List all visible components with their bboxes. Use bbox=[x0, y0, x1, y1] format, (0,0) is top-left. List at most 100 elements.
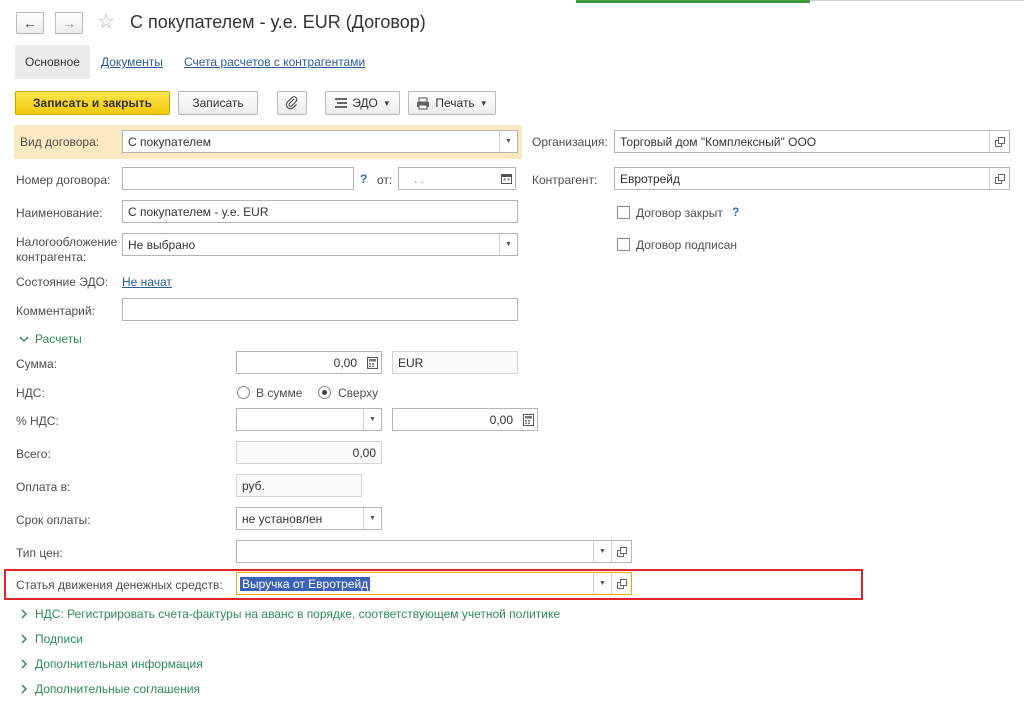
sum-input[interactable]: 0,00 bbox=[236, 351, 382, 374]
chevron-down-icon[interactable]: ▼ bbox=[499, 131, 517, 152]
save-and-close-button[interactable]: Записать и закрыть bbox=[15, 91, 170, 115]
cash-flow-item-value: Выручка от Евротрейд bbox=[240, 576, 371, 591]
taxation-select[interactable]: Не выбрано ▼ bbox=[122, 233, 518, 256]
chevron-down-icon[interactable]: ▼ bbox=[593, 541, 611, 562]
section-nds-invoices-label: НДС: Регистрировать счета-фактуры на ава… bbox=[35, 607, 561, 621]
page-title: С покупателем - у.е. EUR (Договор) bbox=[130, 12, 426, 32]
total-label: Всего: bbox=[16, 447, 51, 461]
payment-term-value: не установлен bbox=[242, 511, 323, 526]
save-button[interactable]: Записать bbox=[178, 91, 258, 115]
help-icon[interactable]: ? bbox=[732, 205, 739, 219]
name-label: Наименование: bbox=[16, 206, 103, 220]
counterparty-value: Евротрейд bbox=[620, 171, 681, 186]
top-accent-line bbox=[576, 0, 810, 3]
section-additional-agreements-label: Дополнительные соглашения bbox=[35, 682, 201, 696]
open-icon[interactable] bbox=[611, 541, 631, 562]
tab-osnovnoe[interactable]: Основное bbox=[15, 45, 90, 79]
vat-in-sum-radio[interactable] bbox=[237, 386, 250, 399]
vat-on-top-radio[interactable] bbox=[318, 386, 331, 399]
print-menu-button[interactable]: Печать ▼ bbox=[408, 91, 496, 115]
contract-date-input[interactable]: . . bbox=[398, 167, 516, 190]
taxation-value: Не выбрано bbox=[128, 237, 196, 252]
printer-icon bbox=[417, 97, 430, 109]
sum-value: 0,00 bbox=[333, 355, 357, 370]
contract-type-select[interactable]: С покупателем ▼ bbox=[122, 130, 518, 153]
chevron-down-icon[interactable]: ▼ bbox=[593, 573, 611, 594]
chevron-right-icon bbox=[21, 634, 28, 644]
organization-label: Организация: bbox=[532, 135, 608, 149]
contract-signed-checkbox[interactable] bbox=[617, 238, 630, 251]
contract-number-input[interactable] bbox=[122, 167, 354, 190]
calculator-icon[interactable] bbox=[519, 409, 537, 430]
edo-icon bbox=[335, 98, 348, 108]
chevron-down-icon[interactable]: ▼ bbox=[363, 409, 381, 430]
section-nds-invoices[interactable]: НДС: Регистрировать счета-фактуры на ава… bbox=[18, 607, 560, 621]
chevron-down-icon[interactable]: ▼ bbox=[499, 234, 517, 255]
back-button[interactable]: ← bbox=[16, 12, 44, 34]
chevron-right-icon bbox=[21, 609, 28, 619]
vat-in-sum-label: В сумме bbox=[256, 386, 303, 400]
calendar-icon[interactable] bbox=[497, 168, 515, 189]
contract-number-label: Номер договора: bbox=[16, 173, 111, 187]
comment-input[interactable] bbox=[122, 298, 518, 321]
total-field: 0,00 bbox=[236, 441, 382, 464]
vat-rate-select[interactable]: ▼ bbox=[236, 408, 382, 431]
section-raschety-label: Расчеты bbox=[35, 332, 82, 346]
payment-term-select[interactable]: не установлен ▼ bbox=[236, 507, 382, 530]
counterparty-select[interactable]: Евротрейд bbox=[614, 167, 1010, 190]
help-icon[interactable]: ? bbox=[360, 172, 367, 186]
date-from-label: от: bbox=[377, 173, 393, 187]
contract-closed-checkbox[interactable] bbox=[617, 206, 630, 219]
chevron-down-icon: ▼ bbox=[479, 98, 488, 108]
taxation-label-line1: Налогообложение bbox=[16, 235, 118, 249]
counterparty-label: Контрагент: bbox=[532, 173, 598, 187]
name-input[interactable]: С покупателем - у.е. EUR bbox=[122, 200, 518, 223]
vat-on-top-label: Сверху bbox=[338, 386, 379, 400]
edo-menu-button[interactable]: ЭДО ▼ bbox=[325, 91, 400, 115]
edo-state-label: Состояние ЭДО: bbox=[16, 275, 109, 289]
chevron-right-icon bbox=[21, 684, 28, 694]
open-icon[interactable] bbox=[611, 573, 631, 594]
tab-dokumenty[interactable]: Документы bbox=[101, 55, 163, 69]
payment-term-label: Срок оплаты: bbox=[16, 513, 91, 527]
section-podpisi-label: Подписи bbox=[35, 632, 83, 646]
chevron-right-icon bbox=[21, 659, 28, 669]
taxation-label-line2: контрагента: bbox=[16, 250, 87, 264]
contract-closed-label: Договор закрыт bbox=[636, 206, 723, 220]
open-icon[interactable] bbox=[989, 131, 1009, 152]
vat-amount-input[interactable]: 0,00 bbox=[392, 408, 538, 431]
tab-scheta-raschetov[interactable]: Счета расчетов с контрагентами bbox=[184, 55, 365, 69]
attach-button[interactable] bbox=[277, 91, 307, 115]
organization-value: Торговый дом "Комплексный" ООО bbox=[620, 134, 817, 149]
section-raschety[interactable]: Расчеты bbox=[18, 332, 82, 346]
section-additional-info-label: Дополнительная информация bbox=[35, 657, 203, 671]
top-border-line bbox=[810, 0, 1024, 1]
vat-rate-label: % НДС: bbox=[16, 414, 59, 428]
chevron-down-icon bbox=[19, 336, 29, 343]
cash-flow-item-label: Статья движения денежных средств: bbox=[16, 578, 223, 592]
vat-label: НДС: bbox=[16, 386, 45, 400]
edo-label: ЭДО bbox=[352, 96, 378, 110]
calculator-icon[interactable] bbox=[363, 352, 381, 373]
section-additional-agreements[interactable]: Дополнительные соглашения bbox=[18, 682, 200, 696]
contract-date-value: . . bbox=[414, 171, 425, 186]
favorite-star-icon[interactable]: ☆ bbox=[97, 11, 115, 33]
organization-select[interactable]: Торговый дом "Комплексный" ООО bbox=[614, 130, 1010, 153]
section-podpisi[interactable]: Подписи bbox=[18, 632, 83, 646]
open-icon[interactable] bbox=[989, 168, 1009, 189]
chevron-down-icon[interactable]: ▼ bbox=[363, 508, 381, 529]
currency-field: EUR bbox=[392, 351, 518, 374]
forward-button[interactable]: → bbox=[55, 12, 83, 34]
chevron-down-icon: ▼ bbox=[382, 98, 391, 108]
print-label: Печать bbox=[435, 96, 475, 110]
price-type-select[interactable]: ▼ bbox=[236, 540, 632, 563]
edo-state-link[interactable]: Не начат bbox=[122, 275, 172, 289]
cash-flow-item-select[interactable]: Выручка от Евротрейд ▼ bbox=[236, 572, 632, 595]
arrow-right-icon: → bbox=[62, 15, 76, 31]
vat-amount-value: 0,00 bbox=[489, 412, 513, 427]
arrow-left-icon: ← bbox=[23, 15, 37, 31]
contract-type-label: Вид договора: bbox=[20, 135, 100, 149]
section-additional-info[interactable]: Дополнительная информация bbox=[18, 657, 203, 671]
comment-label: Комментарий: bbox=[16, 304, 95, 318]
contract-type-value: С покупателем bbox=[128, 134, 212, 149]
